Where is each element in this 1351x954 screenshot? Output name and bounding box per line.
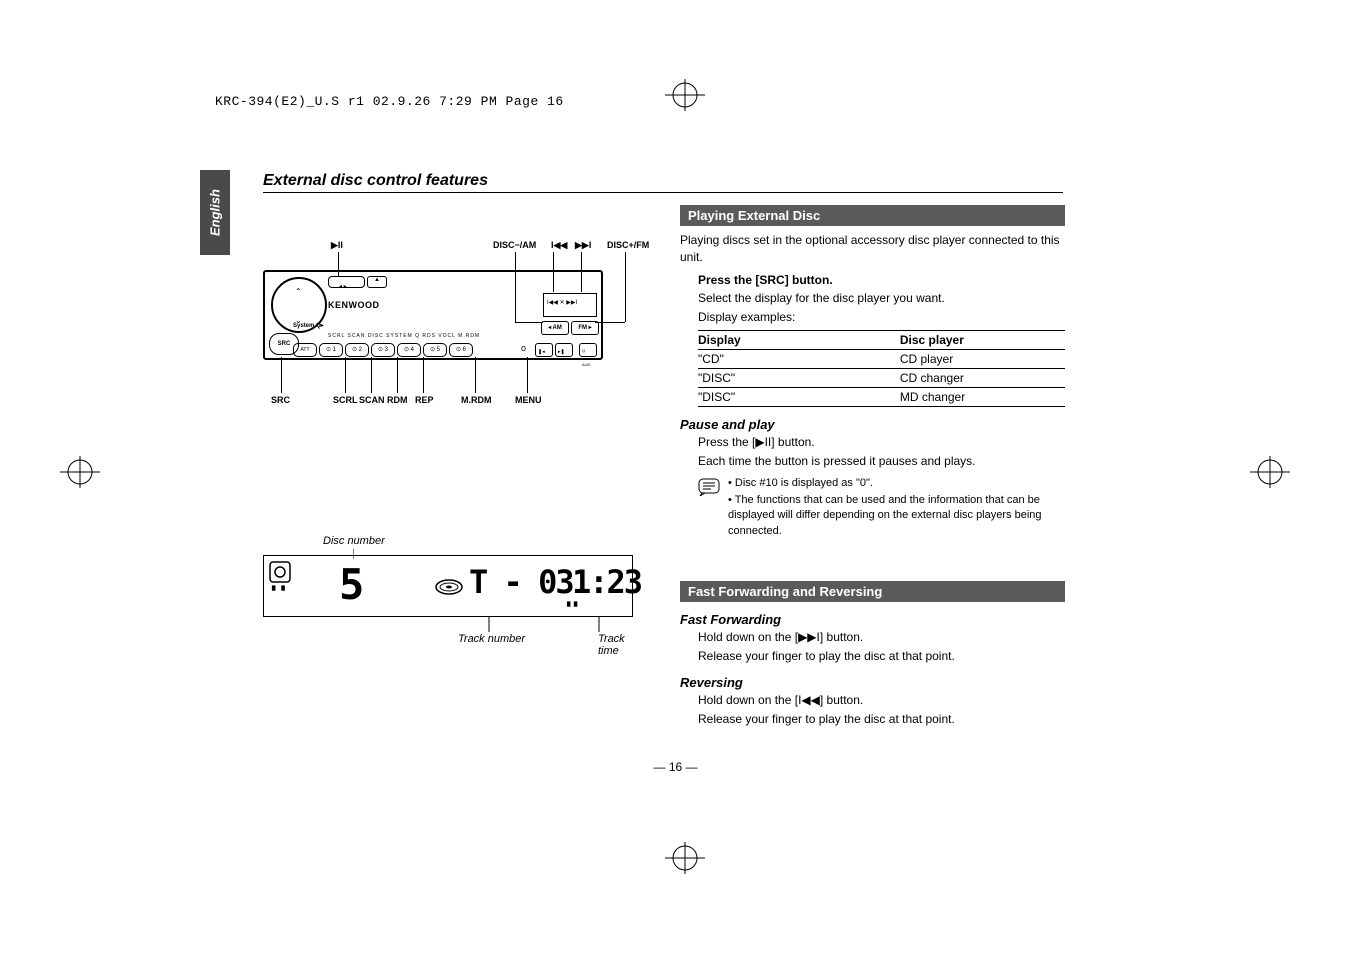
page-number: — 16 —: [0, 760, 1351, 774]
clock-icon: [269, 561, 291, 589]
label-rdm: RDM: [387, 395, 408, 405]
step-release-fwd: Release your finger to play the disc at …: [698, 648, 1065, 665]
language-tab: English: [200, 170, 230, 255]
cell-display: "DISC": [698, 368, 900, 387]
callout-disc-minus-am: DISC−/AM: [493, 240, 536, 250]
step-each-press: Each time the button is pressed it pause…: [698, 453, 1065, 470]
print-job-header: KRC-394(E2)_U.S r1 02.9.26 7:29 PM Page …: [215, 94, 564, 109]
lcd-small: I◀◀ ✕ ▶▶I: [543, 293, 597, 317]
heading-fast-forwarding: Fast Forwarding and Reversing: [680, 581, 1065, 602]
am-button: ◂ AM: [541, 321, 569, 335]
label-menu: MENU: [515, 395, 542, 405]
cell-player: CD player: [900, 349, 1065, 368]
callout-prev: I◀◀: [551, 240, 567, 251]
device-diagram: ▶II DISC−/AM I◀◀ ▶▶I DISC+/FM ⌃ ⌄ ◂ ▸ ▲ …: [263, 205, 643, 405]
step-display-examples: Display examples:: [698, 309, 1065, 326]
preset-2: ⊙ 2: [345, 343, 369, 357]
preset-3: ⊙ 3: [371, 343, 395, 357]
callout-disc-plus-fm: DISC+/FM: [607, 240, 649, 250]
table-row: "DISC" MD changer: [698, 387, 1065, 406]
label-scrl: SCRL: [333, 395, 358, 405]
step-hold-prev: Hold down on the [I◀◀] button.: [698, 692, 1065, 709]
display-table: Display Disc player "CD" CD player "DISC…: [698, 330, 1065, 407]
registration-mark-bottom: [665, 838, 705, 878]
note-functions-vary: • The functions that can be used and the…: [728, 493, 1065, 539]
intro-text: Playing discs set in the optional access…: [680, 232, 1065, 266]
caption-disc-number: Disc number: [323, 535, 385, 547]
heading-playing-external-disc: Playing External Disc: [680, 205, 1065, 226]
callout-next: ▶▶I: [575, 240, 591, 251]
label-mrdm: M.RDM: [461, 395, 492, 405]
label-rep: REP: [415, 395, 434, 405]
cell-display: "DISC": [698, 387, 900, 406]
subheading-fast-forwarding: Fast Forwarding: [680, 612, 1065, 627]
cell-player: MD changer: [900, 387, 1065, 406]
track-time-value: 1:23: [572, 566, 641, 598]
note-icon: [698, 478, 720, 542]
preset-4: ⊙ 4: [397, 343, 421, 357]
th-disc-player: Disc player: [900, 330, 1065, 349]
lcd-seek-icons: I◀◀ ✕ ▶▶I: [547, 299, 577, 306]
eject-button: ▲: [367, 276, 387, 288]
small-indicators: ▘ ▘: [272, 586, 288, 597]
system-q-label: System Q▸: [293, 322, 324, 329]
step-select-display: Select the display for the disc player y…: [698, 290, 1065, 307]
step-press-playpause: Press the [▶II] button.: [698, 434, 1065, 451]
preset-6: ⊙ 6: [449, 343, 473, 357]
label-src: SRC: [271, 395, 290, 405]
disc-number-value: 5: [339, 564, 364, 606]
track-number-value: T - 03: [469, 566, 573, 598]
aux-button-1: ❚◂: [535, 343, 553, 357]
subheading-pause-play: Pause and play: [680, 417, 1065, 432]
disc-icon: [434, 578, 464, 599]
registration-mark-left: [60, 452, 100, 492]
preset-1: ⊙ 1: [319, 343, 343, 357]
registration-mark-top: [665, 75, 705, 115]
label-scan: SCAN: [359, 395, 385, 405]
table-row: "CD" CD player: [698, 349, 1065, 368]
att-button: ATT: [293, 343, 317, 357]
lcd-illustration: Disc number ▘ ▘ 5 T - 03 1:23 ▘▘ Track n…: [263, 535, 633, 655]
cell-display: "CD": [698, 349, 900, 368]
prev-glyph-icon: I◀◀: [798, 693, 820, 707]
fm-button: FM ▸: [571, 321, 599, 335]
step-hold-next: Hold down on the [▶▶I] button.: [698, 629, 1065, 646]
chevron-up-icon: ⌃: [295, 287, 302, 296]
caption-track-time: Track time: [598, 633, 633, 657]
o-symbol: o: [521, 343, 526, 353]
subheading-reversing: Reversing: [680, 675, 1065, 690]
th-display: Display: [698, 330, 900, 349]
table-row: "DISC" CD changer: [698, 368, 1065, 387]
next-glyph-icon: ▶▶I: [798, 630, 820, 644]
brand-label: KENWOOD: [328, 300, 380, 310]
callout-play-pause: ▶II: [331, 240, 343, 251]
registration-mark-right: [1250, 452, 1290, 492]
cell-player: CD changer: [900, 368, 1065, 387]
play-slot: ◂ ▸: [328, 276, 365, 288]
play-pause-glyph-icon: ▶II: [755, 435, 771, 449]
section-title: External disc control features: [263, 172, 1063, 193]
aud-button: QAUD: [579, 343, 597, 357]
step-release-rev: Release your finger to play the disc at …: [698, 711, 1065, 728]
button-labels-row: SCRL SCAN DISC SYSTEM Q RDS VOCL M.RDM: [328, 333, 480, 339]
step-press-src: Press the [SRC] button.: [698, 272, 1065, 289]
aux-button-2: ▸❚: [555, 343, 573, 357]
caption-track-number: Track number: [458, 633, 525, 645]
preset-5: ⊙ 5: [423, 343, 447, 357]
note-disc-10: • Disc #10 is displayed as "0".: [728, 476, 1065, 491]
